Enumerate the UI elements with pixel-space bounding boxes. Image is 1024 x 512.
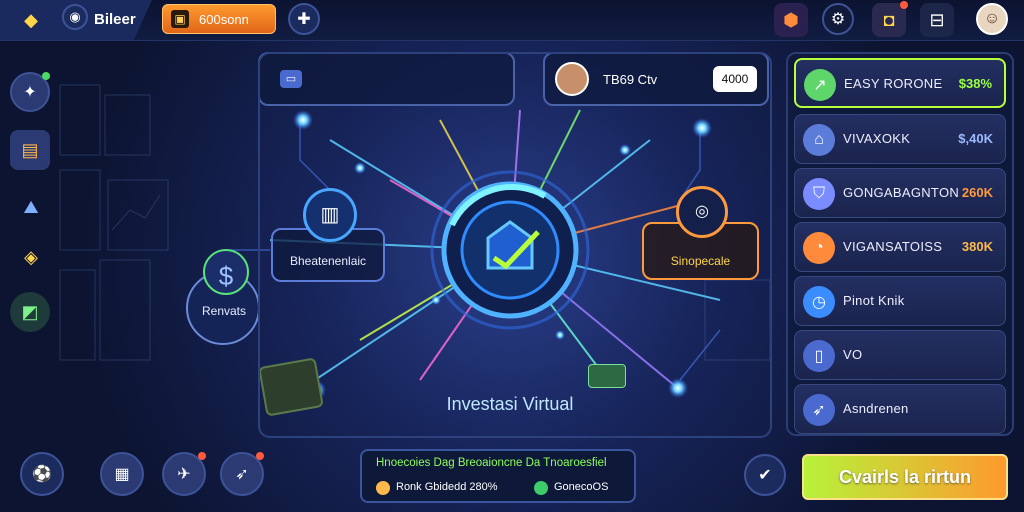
top-bar: ◆ ◉ Bileer ▣ 600sonn ✚ ⬢ ⚙ ◘ ⊟ ☺ — [0, 0, 1024, 41]
chart-up-icon: ↗ — [804, 69, 836, 101]
wallet-icon: ▣ — [171, 10, 189, 28]
list-item[interactable]: ➶ Asndrenen — [794, 384, 1006, 434]
rocket-icon[interactable]: ➶ — [220, 452, 264, 496]
list-item-label: Pinot Knik — [843, 293, 905, 308]
cards-icon[interactable]: ◈ — [12, 238, 50, 276]
player-name: TB69 Ctv — [603, 72, 658, 87]
info-line-3: GonecoOS — [554, 481, 609, 493]
player-avatar[interactable] — [555, 62, 589, 96]
rocket-icon: ➶ — [803, 394, 835, 426]
node-bottom-left-label: Renvats — [201, 304, 247, 318]
status-badge — [42, 72, 50, 80]
list-item-value: $,40K — [958, 131, 993, 146]
cash-stack-icon — [258, 357, 324, 417]
dollar-icon: $ — [218, 261, 234, 291]
list-item-value: $38% — [958, 76, 992, 91]
left-header-panel: ▭ — [258, 52, 515, 106]
avatar[interactable]: ☺ — [976, 3, 1008, 35]
balance-chip[interactable]: ▣ 600sonn — [162, 4, 276, 34]
gamepad-icon[interactable]: ▭ — [280, 70, 302, 88]
plane-badge — [198, 452, 206, 460]
plane-icon[interactable]: ✈ — [162, 452, 206, 496]
document-icon[interactable]: ▦ — [100, 452, 144, 496]
list-item[interactable]: ◔ VIGANSATOISS 380K — [794, 222, 1006, 272]
cta-button[interactable]: Cvairls la rirtun — [802, 454, 1008, 500]
menu-icon[interactable]: ⊟ — [920, 3, 954, 37]
map-icon[interactable]: ⛰ — [12, 188, 50, 226]
notification-icon[interactable]: ◘ — [872, 1, 908, 37]
chart-icon[interactable]: ◩ — [10, 292, 50, 332]
banknote-icon — [588, 364, 626, 388]
shield-icon: ⛉ — [803, 178, 835, 210]
info-panel: Hnoecoies Dag Breoaioncne Da Tnoaroesfie… — [360, 449, 636, 503]
list-item-value: 260K — [961, 185, 993, 200]
list-item[interactable]: ↗ EASY RORONE $38% — [794, 58, 1006, 108]
chart-circle-icon: ◔ — [803, 232, 835, 264]
clock-icon: ◷ — [803, 286, 835, 318]
list-item-label: Asndrenen — [843, 401, 909, 416]
list-item-value: 380K — [961, 239, 993, 254]
list-item[interactable]: ▯ VO — [794, 330, 1006, 380]
settings-icon[interactable]: ⚙ — [822, 3, 854, 35]
node-right-label: Sinopecale — [670, 254, 731, 268]
list-item-label: EASY RORONE — [844, 76, 943, 91]
list-item-label: VIVAXOKK — [843, 131, 911, 146]
list-item[interactable]: ⛉ GONGABAGNTON 260K — [794, 168, 1006, 218]
list-item-label: GONGABAGNTON — [843, 185, 960, 200]
rocket-badge — [256, 452, 264, 460]
check-icon[interactable]: ✔ — [744, 454, 786, 496]
info-line-2: Ronk Gbidedd 280% — [396, 481, 498, 493]
player-panel: TB69 Ctv 4000 — [543, 52, 769, 106]
info-line-1: Hnoecoies Dag Breoaioncne Da Tnoaroesfie… — [376, 457, 607, 469]
list-item[interactable]: ⌂ VIVAXOKK $,40K — [794, 114, 1006, 164]
gift-icon[interactable]: ⬢ — [774, 3, 808, 37]
page-title: Investasi Virtual — [446, 394, 574, 414]
balance-label: 600sonn — [199, 12, 249, 27]
app-name: Bileer — [94, 11, 136, 28]
camera-icon: ◎ — [676, 186, 728, 238]
notification-badge — [900, 1, 908, 9]
profile-icon[interactable]: ◉ — [62, 4, 88, 30]
plus-icon[interactable]: ✚ — [288, 3, 320, 35]
phone-icon: ▯ — [803, 340, 835, 372]
gem-icon — [534, 481, 548, 495]
soccer-ball-icon[interactable]: ⚽ — [20, 452, 64, 496]
home-icon[interactable]: ◆ — [14, 3, 48, 37]
bank-icon: ⌂ — [803, 124, 835, 156]
list-item-label: VIGANSATOISS — [843, 239, 943, 254]
building-icon: ▥ — [303, 188, 357, 242]
list-item[interactable]: ◷ Pinot Knik — [794, 276, 1006, 326]
coin-icon — [376, 481, 390, 495]
list-item-label: VO — [843, 347, 863, 362]
player-score: 4000 — [713, 66, 757, 92]
node-left[interactable]: ▥ Bheatenenlaic — [271, 188, 385, 282]
puzzle-icon[interactable]: ✦ — [10, 72, 50, 112]
node-right[interactable]: ◎ Sinopecale — [642, 186, 759, 280]
folder-icon[interactable]: ▤ — [10, 130, 50, 170]
node-left-label: Bheatenenlaic — [289, 254, 367, 268]
